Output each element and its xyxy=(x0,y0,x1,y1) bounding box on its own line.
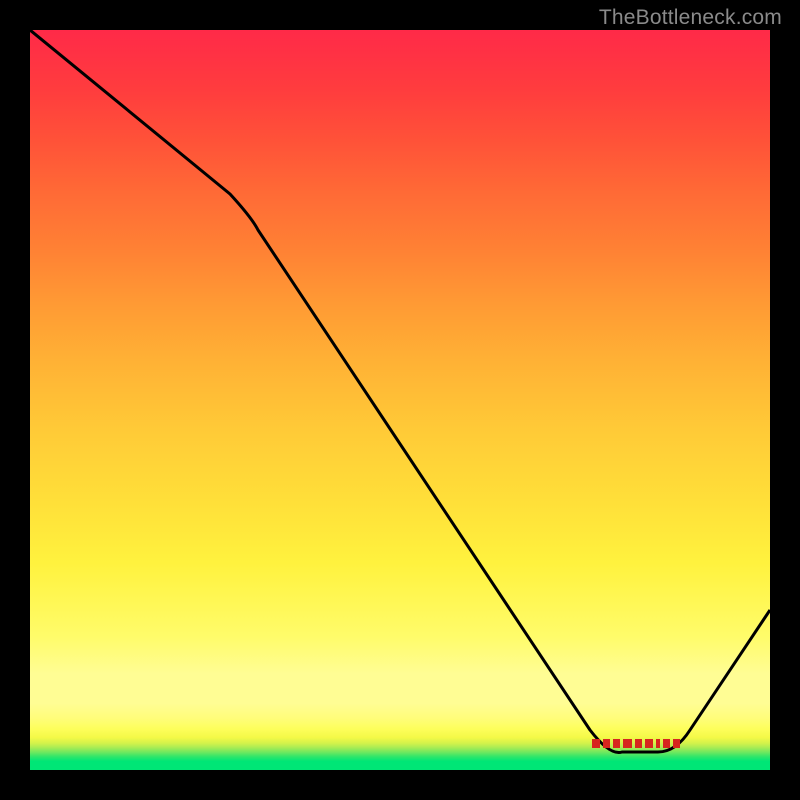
bottom-label xyxy=(592,739,680,748)
plot-area xyxy=(30,30,770,770)
chart-svg xyxy=(30,30,770,770)
curve-line xyxy=(30,30,770,753)
chart-frame: TheBottleneck.com xyxy=(0,0,800,800)
watermark-text: TheBottleneck.com xyxy=(599,6,782,30)
